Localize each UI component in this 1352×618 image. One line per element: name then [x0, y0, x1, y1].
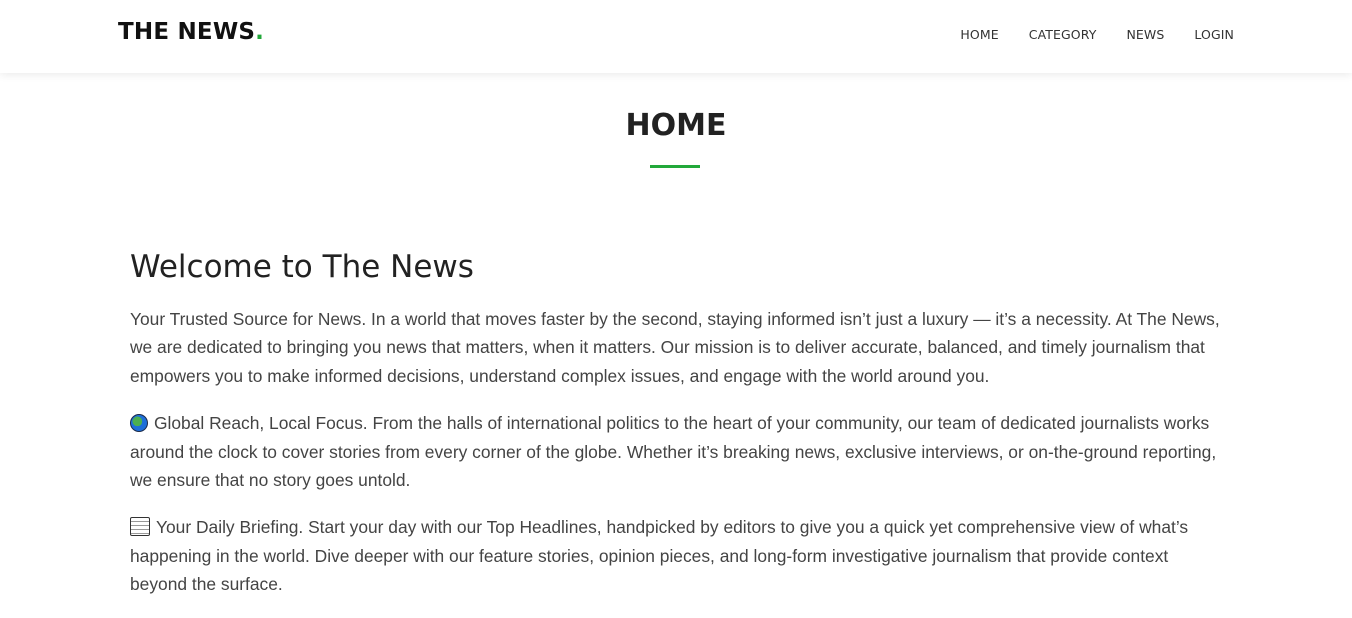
nav-category[interactable]: CATEGORY: [1029, 27, 1097, 42]
welcome-title: Welcome to The News: [130, 249, 474, 285]
globe-icon: [130, 414, 148, 433]
global-reach-paragraph: Global Reach, Local Focus. From the hall…: [130, 409, 1220, 494]
daily-briefing-text: Your Daily Briefing. Start your day with…: [130, 517, 1189, 595]
brand-dot: .: [255, 19, 265, 45]
nav-news[interactable]: NEWS: [1126, 27, 1164, 42]
brand-text: THE NEWS: [118, 19, 256, 45]
top-navbar: THE NEWS. HOME CATEGORY NEWS LOGIN: [0, 0, 1352, 73]
title-underline: [650, 165, 700, 168]
nav-login[interactable]: LOGIN: [1194, 27, 1234, 42]
page-title: HOME: [625, 108, 727, 143]
nav-home[interactable]: HOME: [960, 27, 998, 42]
daily-briefing-paragraph: Your Daily Briefing. Start your day with…: [130, 513, 1220, 598]
brand-logo[interactable]: THE NEWS.: [118, 19, 264, 45]
global-reach-text: Global Reach, Local Focus. From the hall…: [130, 413, 1217, 491]
main-content: Welcome to The News Your Trusted Source …: [130, 248, 1220, 618]
main-nav: HOME CATEGORY NEWS LOGIN: [960, 27, 1234, 42]
intro-text: Your Trusted Source for News. In a world…: [130, 309, 1220, 386]
newspaper-icon: [130, 517, 150, 537]
intro-paragraph: Your Trusted Source for News. In a world…: [130, 305, 1220, 390]
